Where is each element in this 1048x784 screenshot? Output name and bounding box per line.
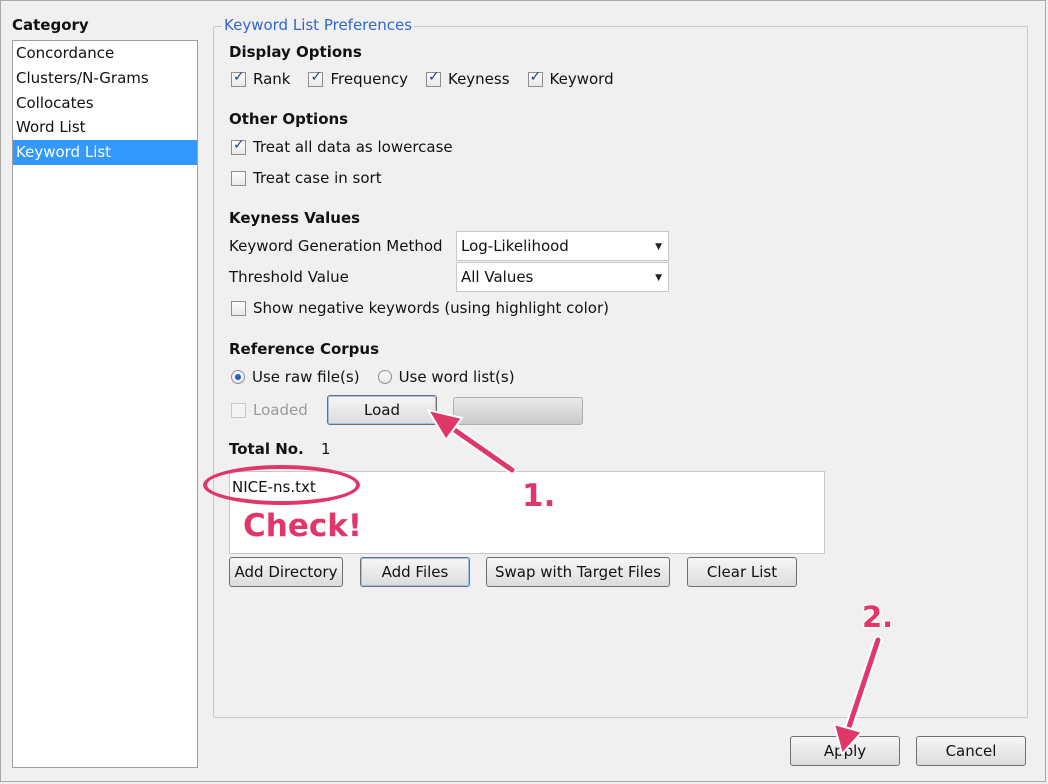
chevron-down-icon: ▼ — [655, 273, 662, 283]
clear-list-button[interactable]: Clear List — [687, 557, 797, 587]
cancel-button[interactable]: Cancel — [916, 736, 1026, 766]
lowercase-option[interactable]: Treat all data as lowercase — [231, 137, 453, 156]
reference-corpus-heading: Reference Corpus — [229, 340, 380, 358]
annotation-step-2: 2. — [861, 599, 894, 635]
chevron-down-icon: ▼ — [655, 242, 662, 252]
case-sort-label: Treat case in sort — [253, 169, 382, 187]
lowercase-checkbox[interactable] — [231, 137, 246, 155]
frequency-label: Frequency — [330, 70, 408, 88]
loaded-option: Loaded — [231, 401, 308, 419]
rank-label: Rank — [253, 70, 291, 88]
negative-keywords-option[interactable]: Show negative keywords (using highlight … — [231, 299, 609, 317]
load-button[interactable]: Load — [327, 395, 437, 425]
annotation-check: Check! — [242, 507, 362, 545]
word-lists-radio[interactable] — [377, 370, 392, 384]
keyness-label: Keyness — [447, 70, 510, 88]
display-options-heading: Display Options — [229, 43, 362, 61]
category-item-collocates[interactable]: Collocates — [13, 91, 197, 116]
keyness-checkbox[interactable] — [425, 69, 441, 87]
other-options-heading: Other Options — [229, 110, 349, 128]
total-files-label: Total No. — [229, 440, 304, 458]
load-progress-bar — [453, 397, 583, 425]
display-options-row: Rank Frequency Keyness Keyword — [231, 69, 614, 88]
category-header: Category — [12, 16, 89, 34]
keyword-label: Keyword — [549, 70, 614, 88]
category-item-word-list[interactable]: Word List — [13, 115, 197, 140]
apply-button[interactable]: Apply — [790, 736, 900, 766]
swap-with-target-button[interactable]: Swap with Target Files — [486, 557, 670, 587]
keyness-values-heading: Keyness Values — [229, 209, 361, 227]
threshold-select[interactable]: All Values ▼ — [456, 262, 669, 292]
add-files-button[interactable]: Add Files — [360, 557, 470, 587]
generation-method-label: Keyword Generation Method — [229, 237, 443, 255]
corpus-source-radios: Use raw file(s) Use word list(s) — [231, 368, 515, 386]
threshold-value: All Values — [461, 268, 534, 286]
threshold-label: Threshold Value — [229, 268, 349, 286]
negative-keywords-checkbox[interactable] — [231, 300, 246, 316]
word-lists-label: Use word list(s) — [398, 368, 515, 386]
loaded-checkbox — [231, 402, 246, 418]
add-directory-button[interactable]: Add Directory — [229, 557, 343, 587]
category-list[interactable]: Concordance Clusters/N-Grams Collocates … — [12, 40, 198, 768]
total-files-count: 1 — [321, 440, 331, 458]
generation-method-select[interactable]: Log-Likelihood ▼ — [456, 231, 669, 261]
category-item-concordance[interactable]: Concordance — [13, 41, 197, 66]
case-sort-checkbox[interactable] — [231, 170, 246, 186]
annotation-step-1: 1. — [521, 477, 556, 515]
loaded-label: Loaded — [253, 401, 308, 419]
lowercase-label: Treat all data as lowercase — [253, 138, 453, 156]
panel-title: Keyword List Preferences — [222, 16, 415, 34]
negative-keywords-label: Show negative keywords (using highlight … — [253, 299, 609, 317]
highlight-ellipse — [203, 465, 360, 505]
raw-files-radio[interactable] — [231, 370, 245, 384]
generation-method-value: Log-Likelihood — [461, 237, 569, 255]
frequency-checkbox[interactable] — [308, 69, 324, 87]
case-sort-option[interactable]: Treat case in sort — [231, 169, 382, 187]
category-item-keyword-list[interactable]: Keyword List — [13, 140, 197, 165]
raw-files-label: Use raw file(s) — [252, 368, 360, 386]
rank-checkbox[interactable] — [231, 69, 246, 87]
category-item-clusters-n-grams[interactable]: Clusters/N-Grams — [13, 66, 197, 91]
keyword-checkbox[interactable] — [527, 69, 543, 87]
